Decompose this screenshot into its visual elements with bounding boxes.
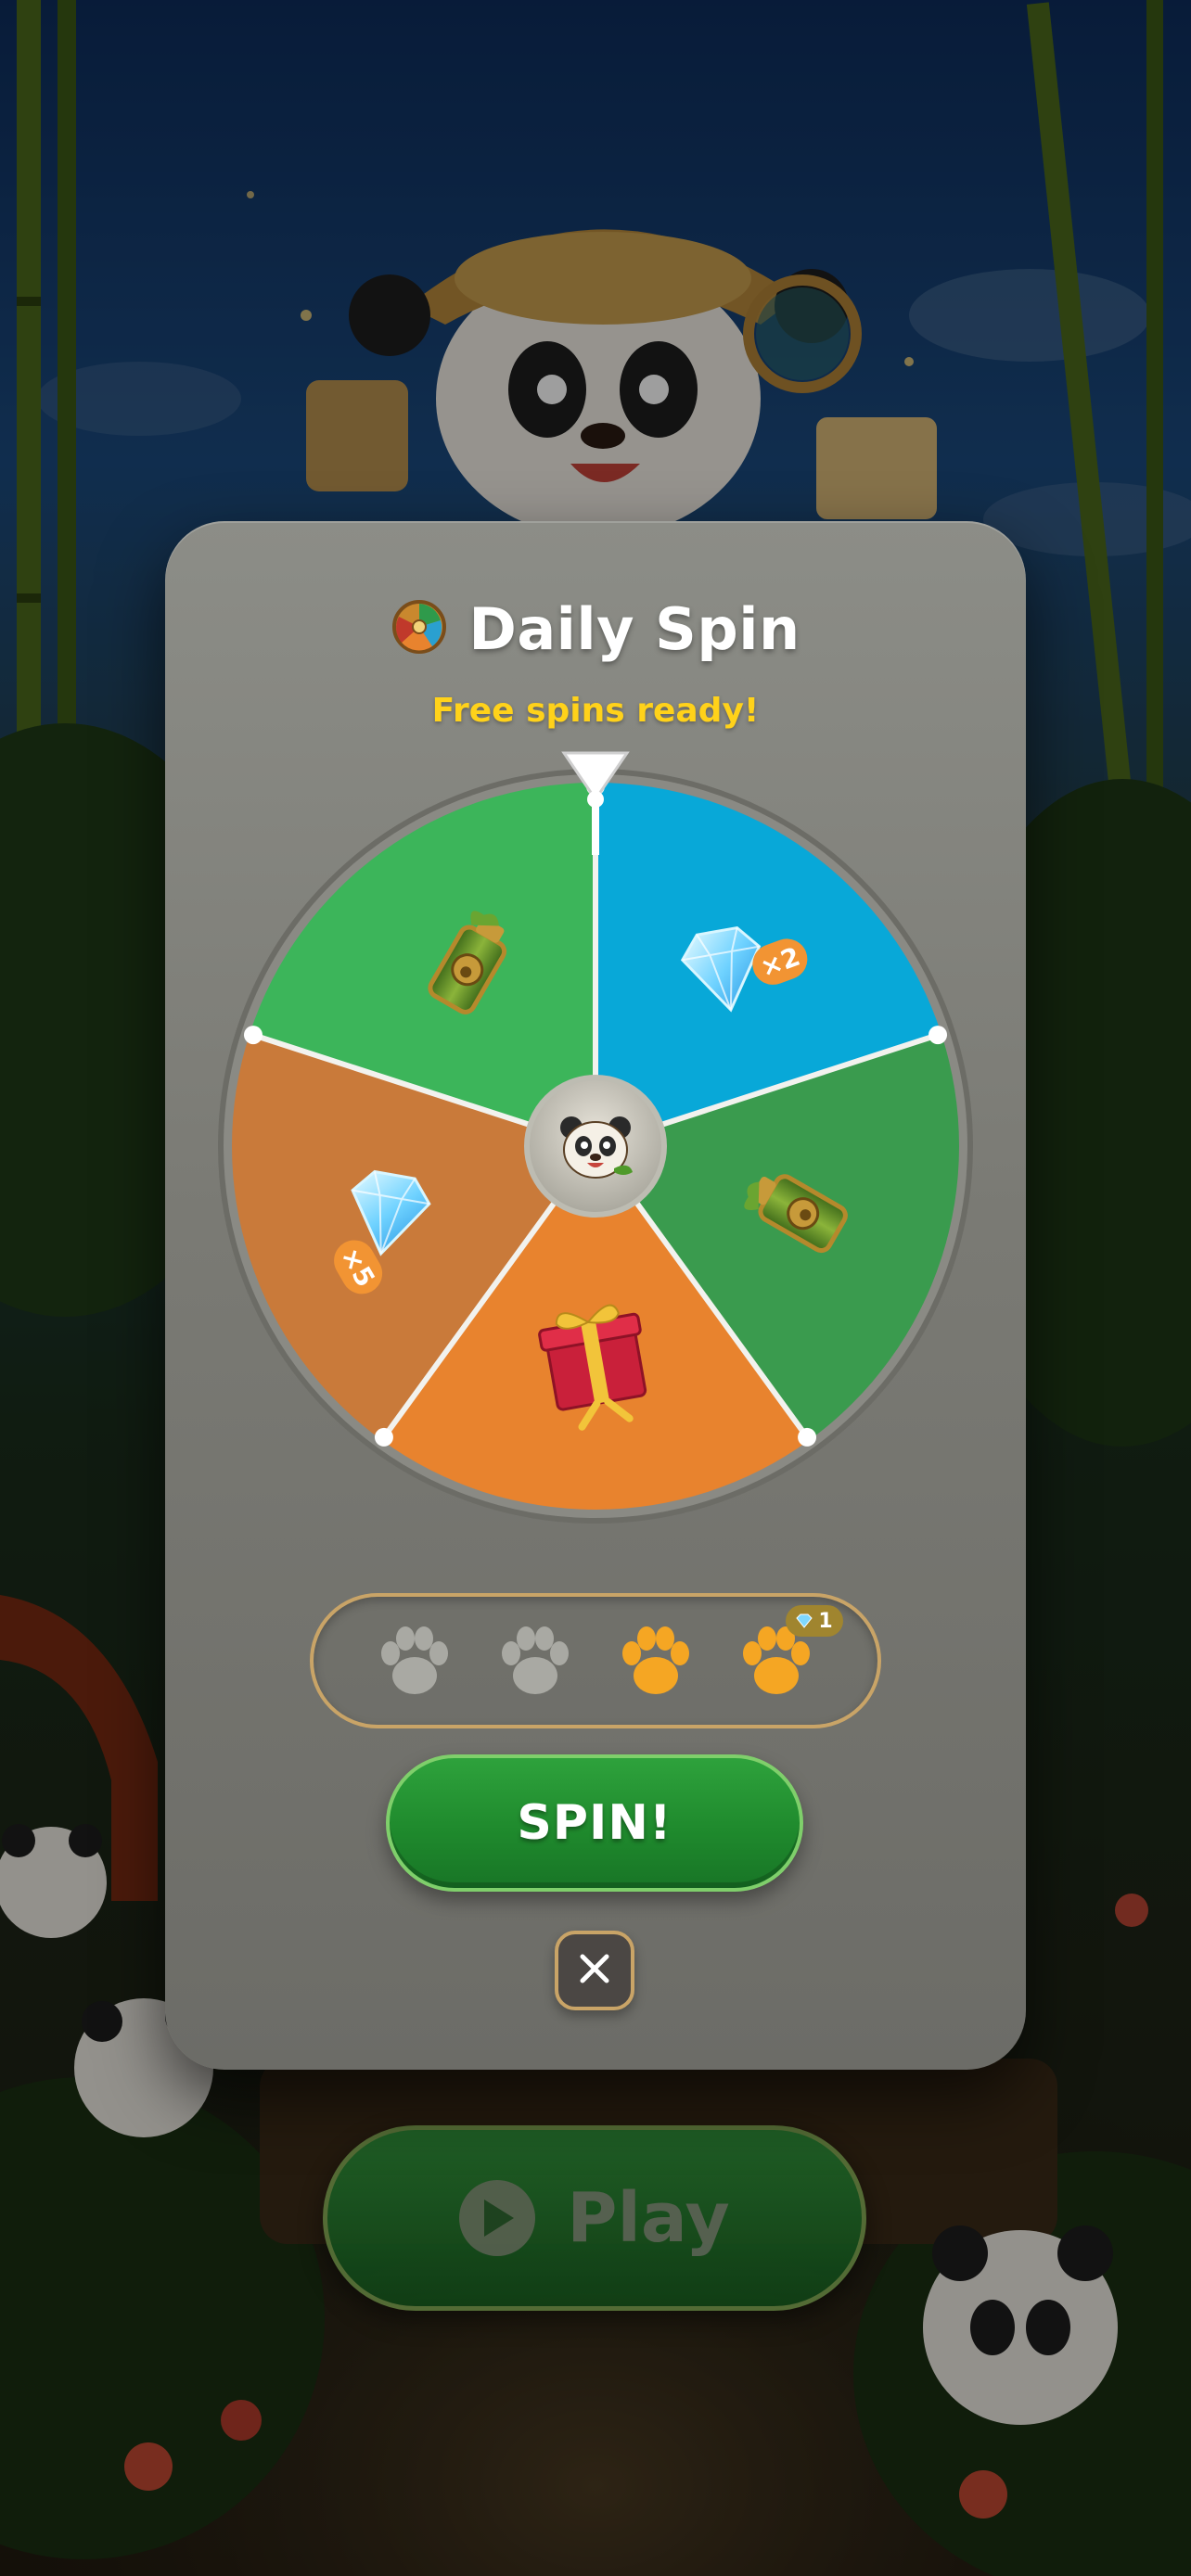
wheel-peg: [374, 1427, 393, 1447]
modal-header: Daily Spin: [165, 582, 1026, 675]
close-button[interactable]: [555, 1931, 634, 2010]
prize-wheel[interactable]: ×2 ×5: [217, 747, 974, 1524]
paw-icon-filled: 1: [734, 1605, 843, 1703]
bonus-badge-count: 1: [818, 1609, 833, 1633]
spin-button[interactable]: SPIN!: [386, 1754, 803, 1892]
play-label: Play: [567, 2178, 730, 2258]
gem-icon: [796, 1613, 813, 1628]
spin-progress-track: 1: [310, 1593, 881, 1728]
close-icon: [578, 1952, 611, 1989]
play-icon: [459, 2180, 536, 2256]
free-spins-status: Free spins ready!: [431, 692, 760, 730]
bonus-badge: 1: [786, 1605, 843, 1637]
wheel-peg: [243, 1026, 263, 1045]
paw-icon-filled: [613, 1618, 698, 1703]
paw-icon-empty: [372, 1618, 457, 1703]
panda-icon: [560, 1116, 633, 1179]
play-button: Play: [323, 2125, 866, 2311]
prize-wheel-icon: [391, 598, 448, 659]
wheel-peg: [798, 1427, 817, 1447]
paw-icon-empty: [493, 1618, 578, 1703]
wheel-peg: [928, 1026, 948, 1045]
modal-title: Daily Spin: [468, 594, 800, 663]
daily-spin-modal: Daily Spin Free spins ready! ×2 ×5 1 SPI…: [165, 521, 1026, 2070]
